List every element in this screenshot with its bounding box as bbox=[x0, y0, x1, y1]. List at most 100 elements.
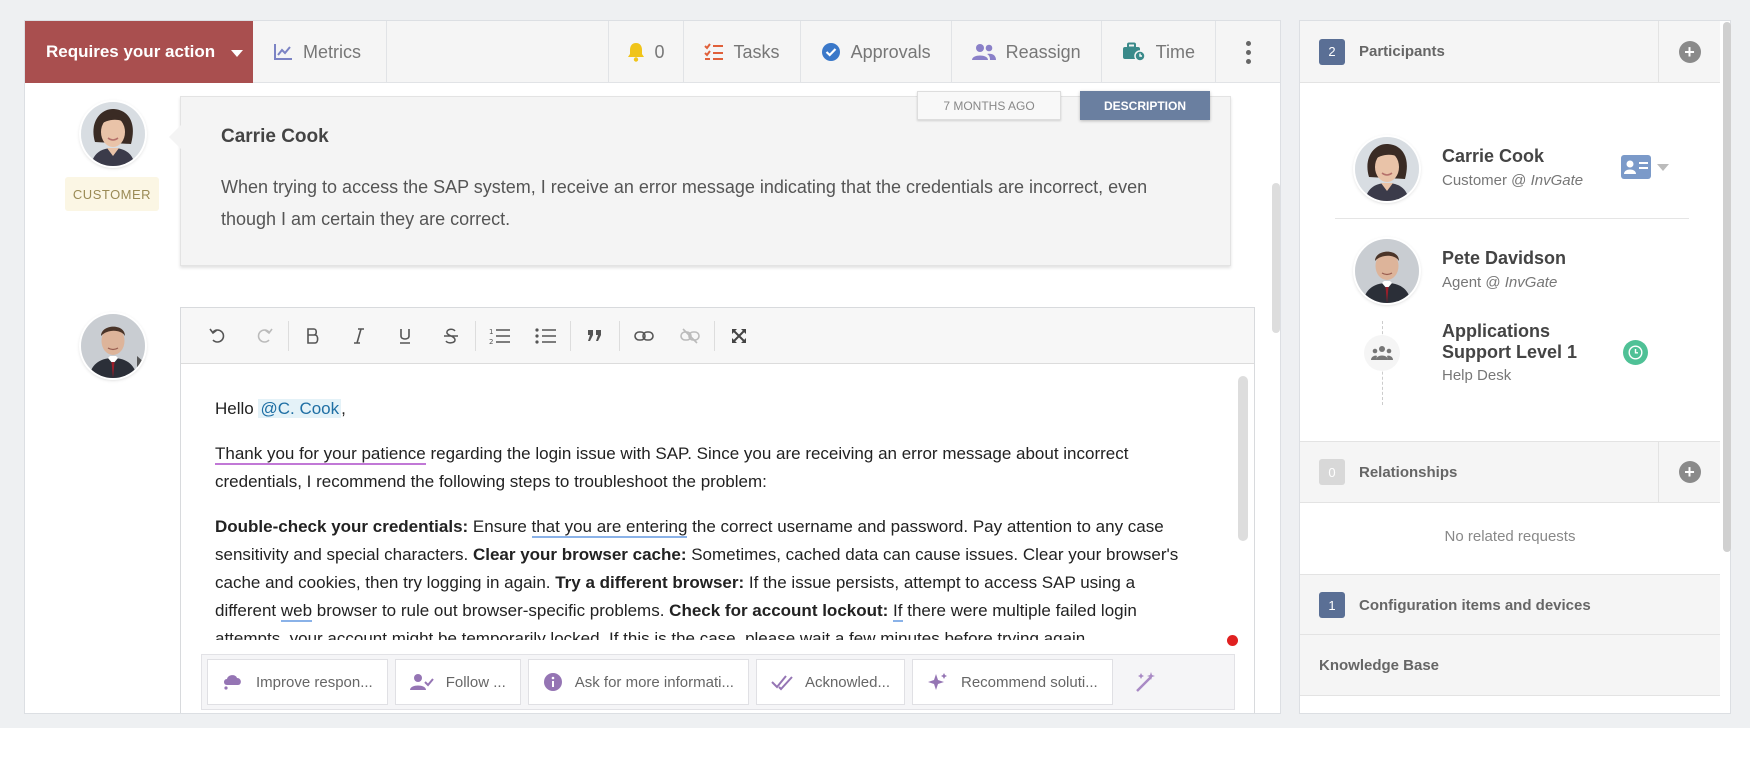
tasks-checklist-icon bbox=[703, 43, 723, 60]
check-circle-icon bbox=[821, 43, 840, 61]
participant-name[interactable]: Pete Davidson bbox=[1442, 248, 1566, 269]
redo-icon bbox=[257, 328, 273, 343]
suggestion-ask-more-info[interactable]: Ask for more informati... bbox=[527, 659, 749, 705]
strikethrough-icon bbox=[444, 328, 458, 344]
participant-avatar[interactable] bbox=[1355, 137, 1419, 201]
suggestion-label: Acknowled... bbox=[804, 673, 890, 691]
kebab-dot-icon bbox=[1245, 40, 1251, 46]
add-relationship-button[interactable]: + bbox=[1658, 441, 1720, 503]
users-icon bbox=[971, 44, 996, 60]
ordered-list-button[interactable]: 12 bbox=[477, 316, 523, 356]
suggestion-recommend-solution[interactable]: Recommend soluti... bbox=[912, 659, 1113, 705]
blockquote-button[interactable] bbox=[572, 316, 618, 356]
toolbar-separator bbox=[570, 320, 571, 351]
metrics-button[interactable]: Metrics bbox=[253, 21, 387, 83]
participants-header[interactable]: 2 Participants + bbox=[1300, 21, 1720, 83]
group-name[interactable]: Applications Support Level 1 bbox=[1442, 321, 1612, 363]
reassign-button[interactable]: Reassign bbox=[952, 21, 1102, 83]
tasks-button[interactable]: Tasks bbox=[684, 21, 801, 83]
org-text: InvGate bbox=[1504, 274, 1558, 291]
more-options-button[interactable] bbox=[1216, 21, 1280, 83]
add-participant-button[interactable]: + bbox=[1658, 21, 1720, 83]
step-heading: Clear your browser cache: bbox=[472, 545, 687, 564]
description-tag: DESCRIPTION bbox=[1080, 91, 1210, 120]
info-icon bbox=[543, 672, 563, 692]
mention-tag[interactable]: @C. Cook bbox=[258, 399, 342, 418]
ticket-main-panel: Requires your action Metrics 0 Tasks App… bbox=[24, 20, 1281, 714]
bullet-list-button[interactable] bbox=[523, 316, 569, 356]
ticket-side-panel: 2 Participants + Carrie Cook Customer @ … bbox=[1299, 20, 1731, 714]
spelling-highlight[interactable]: that you are entering bbox=[531, 517, 688, 538]
time-button[interactable]: Time bbox=[1102, 21, 1216, 83]
magic-wand-icon bbox=[1135, 672, 1155, 692]
spelling-highlight[interactable]: web bbox=[280, 601, 313, 622]
plus-icon: + bbox=[1678, 461, 1701, 483]
message-text: When trying to access the SAP system, I … bbox=[221, 177, 1148, 229]
svg-text:2: 2 bbox=[489, 338, 493, 345]
participant-role: Agent @ InvGate bbox=[1442, 274, 1557, 291]
suggestion-label: Ask for more informati... bbox=[574, 673, 734, 691]
briefcase-clock-icon bbox=[1122, 42, 1146, 62]
suggestion-label: Recommend soluti... bbox=[961, 673, 1098, 691]
italic-icon bbox=[354, 327, 364, 344]
config-items-count-badge: 1 bbox=[1319, 592, 1345, 618]
metrics-label: Metrics bbox=[303, 41, 361, 62]
participant-role: Customer @ InvGate bbox=[1442, 172, 1583, 189]
paragraph-text: Ensure bbox=[468, 517, 532, 536]
notifications-button[interactable]: 0 bbox=[609, 21, 684, 83]
configuration-items-header[interactable]: 1 Configuration items and devices bbox=[1300, 574, 1720, 636]
tasks-label: Tasks bbox=[733, 41, 780, 62]
caret-down-icon bbox=[231, 49, 244, 57]
underline-icon bbox=[400, 328, 410, 344]
fullscreen-button[interactable] bbox=[716, 316, 762, 356]
toolbar-separator bbox=[714, 320, 715, 351]
group-avatar bbox=[1364, 335, 1400, 371]
editor-scrollbar[interactable] bbox=[1238, 370, 1248, 638]
grammar-highlight[interactable]: Thank you for your patience bbox=[215, 444, 426, 465]
link-icon bbox=[634, 330, 654, 341]
participant-divider bbox=[1335, 218, 1689, 219]
redo-button[interactable] bbox=[241, 316, 287, 356]
message-time-tag: 7 MONTHS AGO bbox=[917, 91, 1061, 120]
agent-avatar[interactable] bbox=[81, 314, 145, 378]
magic-wand-button[interactable] bbox=[1126, 659, 1166, 705]
notifications-count: 0 bbox=[654, 41, 665, 62]
editor-content[interactable]: Hello @C. Cook, Thank you for your patie… bbox=[181, 365, 1238, 640]
italic-button[interactable] bbox=[336, 316, 382, 356]
spelling-highlight[interactable]: If bbox=[893, 601, 903, 622]
remove-link-button[interactable] bbox=[667, 316, 713, 356]
plus-icon: + bbox=[1678, 40, 1701, 63]
contact-card-dropdown[interactable] bbox=[1621, 155, 1669, 179]
approvals-label: Approvals bbox=[850, 41, 931, 62]
spellcheck-indicator-dot bbox=[1227, 635, 1238, 646]
id-card-icon bbox=[1621, 155, 1651, 179]
customer-avatar[interactable] bbox=[81, 102, 145, 166]
reassign-label: Reassign bbox=[1005, 41, 1081, 62]
step-heading: Check for account lockout: bbox=[669, 601, 889, 620]
bold-button[interactable] bbox=[290, 316, 336, 356]
side-panel-scrollbar[interactable] bbox=[1723, 20, 1731, 560]
underline-button[interactable] bbox=[382, 316, 428, 356]
kebab-dot-icon bbox=[1245, 58, 1251, 64]
cloud-sparkle-icon bbox=[222, 673, 244, 691]
relationships-header[interactable]: 0 Relationships + bbox=[1300, 441, 1720, 503]
requires-action-dropdown[interactable]: Requires your action bbox=[25, 21, 253, 83]
bell-icon bbox=[627, 43, 644, 62]
ordered-list-icon: 12 bbox=[489, 328, 510, 345]
suggestion-label: Follow ... bbox=[445, 673, 506, 691]
conversation-scrollbar[interactable] bbox=[1272, 93, 1280, 713]
participant-avatar[interactable] bbox=[1355, 239, 1419, 303]
reply-editor: 12 Hello @C. Cook, Thank you for your pa… bbox=[180, 307, 1255, 713]
approvals-button[interactable]: Approvals bbox=[801, 21, 952, 83]
knowledge-base-title: Knowledge Base bbox=[1319, 656, 1440, 674]
toolbar-spacer bbox=[387, 21, 609, 82]
suggestion-improve-response[interactable]: Improve respon... bbox=[207, 659, 388, 705]
strikethrough-button[interactable] bbox=[428, 316, 474, 356]
suggestion-follow-up[interactable]: Follow ... bbox=[394, 659, 521, 705]
insert-link-button[interactable] bbox=[621, 316, 667, 356]
clock-status-icon bbox=[1623, 340, 1648, 365]
knowledge-base-header[interactable]: Knowledge Base bbox=[1300, 634, 1720, 696]
suggestion-acknowledge[interactable]: Acknowled... bbox=[755, 659, 905, 705]
undo-button[interactable] bbox=[195, 316, 241, 356]
participant-name[interactable]: Carrie Cook bbox=[1442, 146, 1544, 167]
